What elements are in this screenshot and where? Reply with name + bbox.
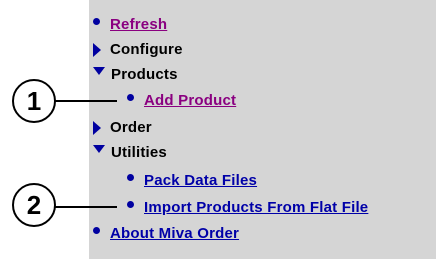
refresh-link[interactable]: Refresh — [110, 13, 167, 37]
callout-1-leader-line — [55, 100, 117, 102]
order-label[interactable]: Order — [110, 116, 152, 140]
menu-item-products[interactable]: Products — [93, 63, 178, 87]
menu-item-pack-data-files[interactable]: Pack Data Files — [127, 169, 257, 193]
bullet-icon — [127, 173, 134, 181]
menu-item-order[interactable]: Order — [93, 116, 152, 140]
expanded-arrow-icon[interactable] — [93, 67, 105, 75]
pack-data-files-link[interactable]: Pack Data Files — [144, 169, 257, 193]
utilities-label[interactable]: Utilities — [111, 141, 167, 165]
configure-label[interactable]: Configure — [110, 38, 183, 62]
bullet-icon — [127, 200, 134, 208]
menu-item-about[interactable]: About Miva Order — [93, 222, 239, 246]
products-label[interactable]: Products — [111, 63, 178, 87]
add-product-link[interactable]: Add Product — [144, 89, 236, 113]
bullet-icon — [93, 226, 100, 234]
bullet-icon — [93, 17, 100, 25]
menu-item-utilities[interactable]: Utilities — [93, 141, 167, 165]
import-products-link[interactable]: Import Products From Flat File — [144, 196, 368, 220]
menu-item-refresh[interactable]: Refresh — [93, 13, 167, 37]
menu-item-import-products[interactable]: Import Products From Flat File — [127, 196, 368, 220]
menu-item-configure[interactable]: Configure — [93, 38, 183, 62]
callout-1: 1 — [12, 79, 56, 123]
about-link[interactable]: About Miva Order — [110, 222, 239, 246]
collapsed-arrow-icon[interactable] — [93, 43, 101, 57]
callout-2-leader-line — [55, 206, 117, 208]
collapsed-arrow-icon[interactable] — [93, 121, 101, 135]
expanded-arrow-icon[interactable] — [93, 145, 105, 153]
callout-2: 2 — [12, 183, 56, 227]
menu-item-add-product[interactable]: Add Product — [127, 89, 236, 113]
bullet-icon — [127, 93, 134, 101]
